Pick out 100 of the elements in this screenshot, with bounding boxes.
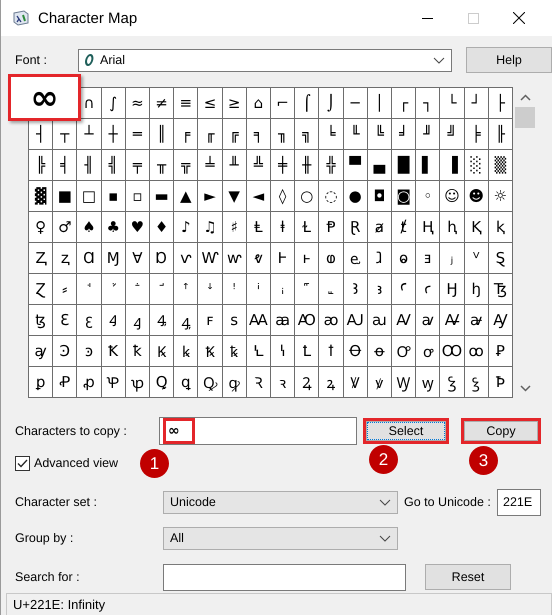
character-cell[interactable]: ╔ (222, 119, 246, 149)
character-cell[interactable]: ⌐ (271, 88, 294, 118)
character-cell[interactable]: ∫ (102, 88, 125, 118)
character-cell[interactable]: ┤ (29, 119, 52, 149)
character-cell[interactable]: ⌡ (319, 88, 343, 118)
character-cell[interactable]: ♯ (222, 212, 246, 242)
select-button[interactable]: Select (363, 418, 449, 444)
character-cell[interactable]: │ (368, 88, 391, 118)
character-cell[interactable]: Ꜵ (295, 305, 318, 335)
character-cell[interactable]: ⱹ (368, 243, 391, 273)
character-cell[interactable]: Ꝙ (198, 367, 222, 397)
character-cell[interactable]: ♥ (126, 212, 149, 242)
character-cell[interactable]: Ꜻ (440, 305, 464, 335)
character-cell[interactable]: ≈ (126, 88, 149, 118)
character-cell[interactable]: ╦ (174, 150, 198, 180)
character-cell[interactable]: ▪ (102, 181, 125, 211)
character-cell[interactable]: ꝣ (464, 367, 488, 397)
character-cell[interactable]: ╘ (319, 119, 343, 149)
character-cell[interactable]: ꝃ (174, 336, 198, 366)
character-cell[interactable]: ♂ (53, 212, 76, 242)
character-cell[interactable]: Ꝅ (198, 336, 222, 366)
character-cell[interactable]: ꜠ (295, 274, 318, 304)
character-cell[interactable]: ┼ (102, 119, 125, 149)
character-cell[interactable]: Ɑ (77, 243, 101, 273)
font-dropdown[interactable]: Arial (78, 48, 452, 72)
character-cell[interactable]: Ꝗ (150, 367, 174, 397)
character-cell[interactable]: ╪ (271, 150, 294, 180)
character-cell[interactable]: ⸗ (53, 274, 76, 304)
character-cell[interactable]: ꝓ (77, 367, 101, 397)
character-cell[interactable]: ○ (295, 181, 318, 211)
character-cell[interactable]: ꝡ (416, 367, 440, 397)
character-cell[interactable]: ꝉ (319, 336, 343, 366)
character-cell[interactable]: Ꝁ (102, 336, 125, 366)
character-cell[interactable]: ╨ (222, 150, 246, 180)
character-cell[interactable]: ► (198, 181, 222, 211)
character-cell[interactable]: ╞ (464, 119, 488, 149)
character-cell[interactable]: ⱷ (319, 243, 343, 273)
character-cell[interactable]: █ (392, 150, 416, 180)
character-cell[interactable]: Ꜽ (488, 305, 512, 335)
character-cell[interactable]: ꜭ (126, 305, 149, 335)
character-cell[interactable]: Ꝡ (392, 367, 416, 397)
character-cell[interactable]: Ꝍ (392, 336, 416, 366)
character-cell[interactable]: ≥ (222, 88, 246, 118)
go-to-unicode-field[interactable]: 221E (497, 488, 541, 516)
characters-to-copy-field[interactable]: ∞ (159, 417, 357, 445)
character-cell[interactable]: ꜳ (271, 305, 294, 335)
character-cell[interactable]: ◦ (416, 181, 440, 211)
character-cell[interactable]: Ꜭ (102, 305, 125, 335)
character-cell[interactable]: ╩ (246, 150, 270, 180)
character-cell[interactable]: ꜡ (319, 274, 343, 304)
character-cell[interactable]: ╝ (440, 119, 464, 149)
character-cell[interactable]: Ꜳ (246, 305, 270, 335)
character-cell[interactable]: ♀ (29, 212, 52, 242)
character-cell[interactable]: └ (440, 88, 464, 118)
character-cell[interactable]: ♫ (198, 212, 222, 242)
character-cell[interactable]: ◌ (319, 181, 343, 211)
character-cell[interactable]: ╒ (174, 119, 198, 149)
character-cell[interactable]: ⌠ (295, 88, 318, 118)
character-cell[interactable]: Ꝕ (102, 367, 125, 397)
character-cell[interactable]: ═ (126, 119, 149, 149)
search-field[interactable] (163, 564, 406, 590)
character-cell[interactable]: ≡ (174, 88, 198, 118)
scroll-up-icon[interactable] (520, 94, 530, 100)
character-cell[interactable]: Ꝋ (344, 336, 367, 366)
copy-button[interactable]: Copy (461, 418, 541, 444)
character-cell[interactable]: Ᵽ (319, 212, 343, 242)
character-cell[interactable]: ꜛ (174, 274, 198, 304)
character-cell[interactable]: ╚ (368, 119, 391, 149)
scrollbar-thumb[interactable] (515, 107, 535, 128)
character-cell[interactable]: ꝅ (222, 336, 246, 366)
character-cell[interactable]: ꜷ (368, 305, 391, 335)
character-cell[interactable]: ─ (344, 88, 367, 118)
character-cell[interactable]: Ꝇ (246, 336, 270, 366)
character-cell[interactable]: Ꝓ (53, 367, 76, 397)
character-cell[interactable]: ⱥ (368, 212, 391, 242)
character-cell[interactable]: Ꝉ (295, 336, 318, 366)
character-cell[interactable]: ꜩ (29, 305, 52, 335)
character-cell[interactable]: Ꜧ (440, 274, 464, 304)
character-cell[interactable]: Ⱶ (271, 243, 294, 273)
character-cell[interactable]: Ɽ (344, 212, 367, 242)
group-by-dropdown[interactable]: All (163, 526, 398, 550)
character-cell[interactable]: ╠ (29, 150, 52, 180)
character-cell[interactable]: Ɀ (29, 274, 52, 304)
character-cell[interactable]: ╗ (295, 119, 318, 149)
character-cell[interactable]: Ꜣ (344, 274, 367, 304)
character-cell[interactable]: ꜵ (319, 305, 343, 335)
character-cell[interactable]: ⱶ (295, 243, 318, 273)
character-cell[interactable]: ▒ (488, 150, 512, 180)
character-cell[interactable]: Ꝟ (344, 367, 367, 397)
character-cell[interactable]: ● (344, 181, 367, 211)
character-cell[interactable]: ꜘ (102, 274, 125, 304)
character-cell[interactable]: ■ (53, 181, 76, 211)
character-cell[interactable]: Ⱪ (464, 212, 488, 242)
character-cell[interactable]: Ꝛ (246, 367, 270, 397)
character-cell[interactable]: ꜹ (416, 305, 440, 335)
character-cell[interactable]: Ꝏ (440, 336, 464, 366)
character-cell[interactable]: ╢ (77, 150, 101, 180)
character-cell[interactable]: ꝇ (271, 336, 294, 366)
character-cell[interactable]: ꜫ (77, 305, 101, 335)
character-cell[interactable]: ╥ (150, 150, 174, 180)
